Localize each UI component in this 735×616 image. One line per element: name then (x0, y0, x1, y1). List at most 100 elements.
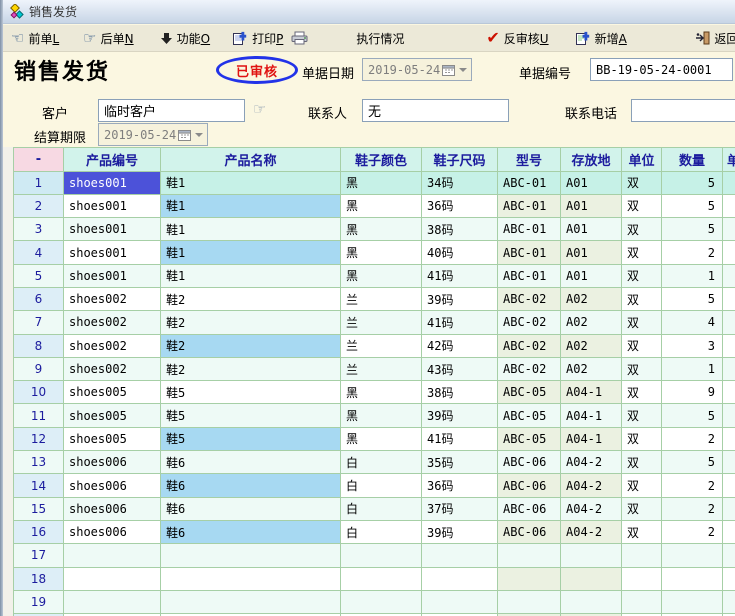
unapprove-button[interactable]: ✔ 反审核U (483, 27, 551, 50)
row-number[interactable]: 6 (14, 287, 64, 310)
prev-doc-button[interactable]: ☜ 前单L (8, 27, 62, 50)
cell-shoe-size[interactable]: 37码 (422, 497, 498, 520)
cell-product-name[interactable]: 鞋2 (161, 334, 341, 357)
cell-shoe-size[interactable] (422, 544, 498, 567)
contact-input[interactable] (362, 99, 509, 122)
cell-location[interactable]: A01 (561, 171, 622, 194)
cell-unit[interactable]: 双 (622, 171, 662, 194)
cell-model[interactable]: ABC-06 (498, 497, 561, 520)
cell-product-code[interactable]: shoes005 (64, 427, 161, 450)
col-header-qty[interactable]: 数量 (662, 148, 723, 172)
print-button[interactable]: 打印P (229, 27, 311, 50)
cell-model[interactable] (498, 567, 561, 590)
cell-unit-price[interactable] (723, 287, 735, 310)
cell-qty[interactable]: 9 (662, 381, 723, 404)
cell-unit-price[interactable] (723, 451, 735, 474)
cell-shoe-color[interactable] (341, 590, 422, 613)
cell-product-code[interactable]: shoes005 (64, 381, 161, 404)
cell-model[interactable]: ABC-01 (498, 218, 561, 241)
cell-shoe-size[interactable]: 38码 (422, 381, 498, 404)
cell-shoe-size[interactable]: 36码 (422, 194, 498, 217)
cell-location[interactable]: A02 (561, 311, 622, 334)
cell-unit[interactable]: 双 (622, 381, 662, 404)
cell-location[interactable]: A02 (561, 357, 622, 380)
cell-model[interactable]: ABC-05 (498, 381, 561, 404)
cell-product-name[interactable] (161, 590, 341, 613)
return-button[interactable]: 返回E (692, 27, 735, 50)
cell-product-code[interactable]: shoes001 (64, 218, 161, 241)
cell-shoe-color[interactable]: 兰 (341, 287, 422, 310)
cell-shoe-size[interactable]: 39码 (422, 520, 498, 543)
row-number[interactable]: 11 (14, 404, 64, 427)
row-number[interactable]: 15 (14, 497, 64, 520)
cell-location[interactable]: A04-1 (561, 381, 622, 404)
new-doc-button[interactable]: 新增A (572, 27, 630, 50)
cell-product-code[interactable]: shoes002 (64, 311, 161, 334)
cell-product-code[interactable] (64, 590, 161, 613)
cell-shoe-color[interactable]: 兰 (341, 334, 422, 357)
cell-qty[interactable]: 5 (662, 404, 723, 427)
row-number[interactable]: 5 (14, 264, 64, 287)
cell-product-name[interactable]: 鞋2 (161, 357, 341, 380)
cell-product-code[interactable] (64, 567, 161, 590)
cell-location[interactable]: A04-2 (561, 497, 622, 520)
doc-no-input[interactable] (590, 58, 733, 81)
row-number[interactable]: 16 (14, 520, 64, 543)
cell-product-code[interactable]: shoes006 (64, 474, 161, 497)
cell-unit[interactable]: 双 (622, 427, 662, 450)
cell-shoe-color[interactable]: 黑 (341, 218, 422, 241)
cell-shoe-color[interactable]: 黑 (341, 427, 422, 450)
dropdown-arrow-icon[interactable] (195, 133, 203, 141)
cell-unit[interactable]: 双 (622, 520, 662, 543)
row-number[interactable]: 2 (14, 194, 64, 217)
cell-qty[interactable]: 4 (662, 311, 723, 334)
cell-product-code[interactable]: shoes005 (64, 404, 161, 427)
cell-shoe-color[interactable]: 黑 (341, 404, 422, 427)
cell-unit-price[interactable] (723, 427, 735, 450)
cell-unit[interactable] (622, 590, 662, 613)
row-number[interactable]: 1 (14, 171, 64, 194)
cell-product-name[interactable]: 鞋6 (161, 474, 341, 497)
cell-shoe-size[interactable]: 35码 (422, 451, 498, 474)
cell-product-name[interactable] (161, 544, 341, 567)
cell-shoe-color[interactable]: 黑 (341, 381, 422, 404)
col-header-product-code[interactable]: 产品编号 (64, 148, 161, 172)
col-header-shoe-color[interactable]: 鞋子颜色 (341, 148, 422, 172)
cell-location[interactable]: A04-1 (561, 404, 622, 427)
row-number[interactable]: 7 (14, 311, 64, 334)
cell-qty[interactable]: 5 (662, 171, 723, 194)
cell-unit-price[interactable] (723, 311, 735, 334)
cell-product-name[interactable]: 鞋1 (161, 241, 341, 264)
col-header-corner[interactable]: - (14, 148, 64, 172)
cell-unit[interactable]: 双 (622, 194, 662, 217)
cell-product-code[interactable]: shoes001 (64, 264, 161, 287)
cell-product-code[interactable]: shoes002 (64, 357, 161, 380)
cell-shoe-size[interactable]: 39码 (422, 287, 498, 310)
cell-model[interactable]: ABC-01 (498, 171, 561, 194)
cell-unit[interactable]: 双 (622, 451, 662, 474)
col-header-unit[interactable]: 单位 (622, 148, 662, 172)
cell-product-code[interactable]: shoes001 (64, 241, 161, 264)
cell-unit-price[interactable] (723, 171, 735, 194)
cell-shoe-size[interactable] (422, 590, 498, 613)
cell-model[interactable]: ABC-06 (498, 474, 561, 497)
cell-product-name[interactable]: 鞋6 (161, 520, 341, 543)
cell-unit[interactable]: 双 (622, 357, 662, 380)
cell-product-name[interactable]: 鞋5 (161, 404, 341, 427)
cell-model[interactable]: ABC-02 (498, 311, 561, 334)
cell-unit[interactable]: 双 (622, 264, 662, 287)
row-number[interactable]: 9 (14, 357, 64, 380)
cell-shoe-color[interactable]: 白 (341, 520, 422, 543)
cell-shoe-color[interactable]: 兰 (341, 357, 422, 380)
cell-location[interactable]: A02 (561, 287, 622, 310)
cell-model[interactable]: ABC-02 (498, 287, 561, 310)
cell-unit-price[interactable] (723, 590, 735, 613)
cell-model[interactable]: ABC-05 (498, 427, 561, 450)
col-header-location[interactable]: 存放地 (561, 148, 622, 172)
cell-model[interactable]: ABC-02 (498, 334, 561, 357)
col-header-shoe-size[interactable]: 鞋子尺码 (422, 148, 498, 172)
cell-shoe-color[interactable]: 白 (341, 497, 422, 520)
printer-icon[interactable] (291, 31, 308, 45)
cell-location[interactable]: A01 (561, 218, 622, 241)
cell-location[interactable]: A04-2 (561, 474, 622, 497)
